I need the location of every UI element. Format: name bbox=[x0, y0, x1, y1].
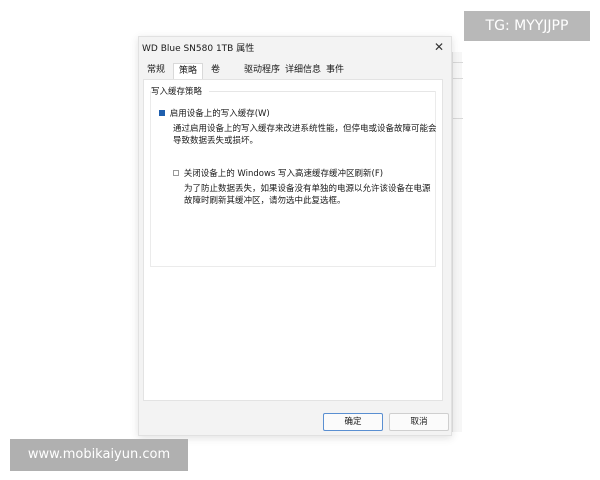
tab-general[interactable]: 常规 bbox=[142, 63, 170, 79]
title-bar: WD Blue SN580 1TB 属性 ✕ bbox=[139, 37, 451, 59]
checkbox-unchecked-icon[interactable] bbox=[173, 169, 179, 176]
properties-dialog: WD Blue SN580 1TB 属性 ✕ 常规 策略 卷 驱动程序 详细信息… bbox=[138, 36, 452, 436]
tab-details[interactable]: 详细信息 bbox=[280, 63, 326, 79]
ok-button[interactable]: 确定 bbox=[323, 413, 383, 431]
option1-desc-line2: 导致数据丢失或损坏。 bbox=[173, 136, 259, 146]
option2-label: 关闭设备上的 Windows 写入高速缓存缓冲区刷新(F) bbox=[183, 169, 384, 179]
url-watermark: www.mobikaiyun.com bbox=[10, 439, 188, 471]
group-divider bbox=[209, 91, 435, 92]
group-title: 写入缓存策略 bbox=[151, 85, 206, 97]
tg-watermark: TG: MYYJJPP bbox=[464, 11, 590, 41]
cancel-button[interactable]: 取消 bbox=[389, 413, 449, 431]
tab-driver[interactable]: 驱动程序 bbox=[239, 63, 285, 79]
tab-strip: 常规 策略 卷 驱动程序 详细信息 事件 bbox=[139, 63, 451, 79]
disable-buffer-flush-checkbox[interactable]: 关闭设备上的 Windows 写入高速缓存缓冲区刷新(F) bbox=[173, 167, 383, 179]
background-window-edge bbox=[452, 52, 463, 432]
option1-desc-line1: 通过启用设备上的写入缓存来改进系统性能，但停电或设备故障可能会 bbox=[173, 124, 437, 134]
option2-desc-line2: 故障时刷新其缓冲区，请勿选中此复选框。 bbox=[184, 196, 346, 206]
close-icon[interactable]: ✕ bbox=[431, 38, 447, 56]
option2-desc-line1: 为了防止数据丢失，如果设备没有单独的电源以允许该设备在电源 bbox=[184, 184, 431, 194]
checkbox-checked-icon[interactable] bbox=[159, 109, 165, 116]
window-title: WD Blue SN580 1TB 属性 bbox=[142, 44, 255, 54]
tab-volumes[interactable]: 卷 bbox=[206, 63, 225, 79]
tab-policies[interactable]: 策略 bbox=[173, 63, 204, 79]
enable-write-cache-checkbox[interactable]: 启用设备上的写入缓存(W) bbox=[159, 107, 270, 119]
screenshot-page: WD Blue SN580 1TB 属性 ✕ 常规 策略 卷 驱动程序 详细信息… bbox=[0, 0, 600, 480]
option2-description: 为了防止数据丢失，如果设备没有单独的电源以允许该设备在电源 故障时刷新其缓冲区，… bbox=[184, 183, 431, 207]
tab-events[interactable]: 事件 bbox=[321, 63, 349, 79]
option1-label: 启用设备上的写入缓存(W) bbox=[169, 109, 270, 119]
option1-description: 通过启用设备上的写入缓存来改进系统性能，但停电或设备故障可能会 导致数据丢失或损… bbox=[173, 123, 437, 147]
